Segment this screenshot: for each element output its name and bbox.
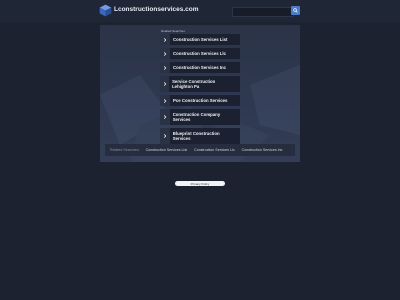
chevron-right-icon	[163, 65, 167, 70]
list-item-label[interactable]: Construction Company Services	[170, 109, 240, 125]
list-item-label[interactable]: Construction Services Inc	[170, 62, 229, 73]
list-item[interactable]: Construction Services Llc	[160, 48, 240, 59]
site-name[interactable]: Lconstructionservices.com	[114, 6, 199, 13]
search-icon	[293, 8, 298, 13]
search-panel: Related Searches Construction Services L…	[100, 25, 300, 162]
list-item-label[interactable]: Construction Services List	[170, 34, 230, 45]
chevron-right-icon	[163, 51, 167, 56]
header: Lconstructionservices.com	[0, 0, 400, 22]
chevron-right-icon	[163, 98, 167, 103]
list-item-label[interactable]: Service Construction Lehighton Pa	[169, 76, 240, 92]
privacy-policy-label: Privacy Policy	[190, 181, 210, 186]
related-link[interactable]: Construction Services List	[146, 148, 195, 152]
search-input[interactable]	[232, 7, 294, 17]
link-list: Construction Services List Construction …	[160, 34, 240, 147]
list-item[interactable]: Blueprint Construction Services	[160, 128, 240, 144]
related-link[interactable]: Construction Services Inc	[242, 148, 290, 152]
chevron-right-icon	[163, 134, 167, 138]
cube-logo-icon[interactable]	[99, 4, 112, 17]
related-searches-bar: Related Searches: Construction Services …	[105, 144, 295, 156]
panel-title: Related Searches	[161, 29, 185, 33]
list-item-label[interactable]: Construction Services Llc	[170, 48, 229, 59]
search-button[interactable]	[291, 6, 300, 15]
chevron-right-icon	[163, 115, 167, 119]
list-item[interactable]: Construction Services List	[160, 34, 240, 45]
list-item[interactable]: Pce Construction Services	[160, 95, 240, 106]
list-item[interactable]: Service Construction Lehighton Pa	[160, 76, 240, 92]
related-link[interactable]: Construction Services Llc	[194, 148, 242, 152]
list-item-label[interactable]: Blueprint Construction Services	[170, 128, 240, 144]
list-item-label[interactable]: Pce Construction Services	[170, 95, 230, 106]
list-item[interactable]: Construction Services Inc	[160, 62, 240, 73]
chevron-right-icon	[163, 82, 166, 86]
list-item[interactable]: Construction Company Services	[160, 109, 240, 125]
chevron-right-icon	[163, 37, 167, 42]
related-searches-label: Related Searches:	[110, 148, 140, 152]
privacy-policy-button[interactable]: Privacy Policy	[175, 181, 225, 186]
